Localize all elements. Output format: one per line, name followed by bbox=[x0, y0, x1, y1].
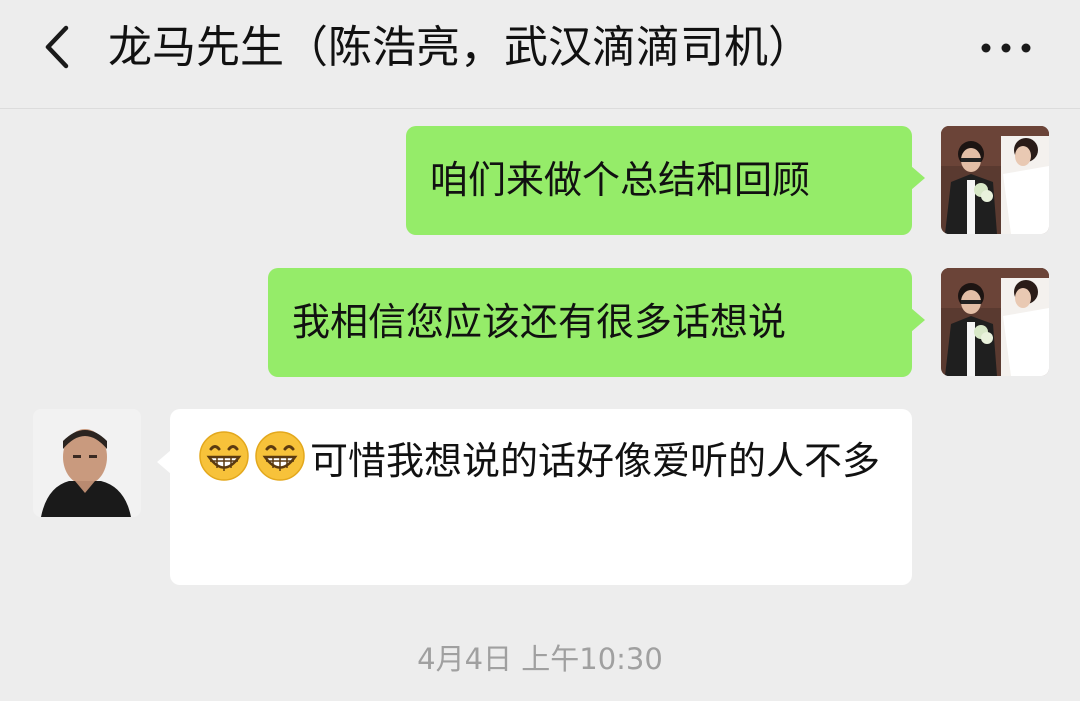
message-bubble-received[interactable]: 可惜我想说的话好像爱听的人不多 bbox=[170, 409, 912, 585]
bubble-tail bbox=[157, 450, 171, 474]
more-dots-icon bbox=[981, 43, 1031, 53]
wedding-photo-avatar bbox=[941, 126, 1049, 234]
message-bubble-sent[interactable]: 咱们来做个总结和回顾 bbox=[406, 126, 912, 235]
message-text: 咱们来做个总结和回顾 bbox=[430, 158, 811, 202]
more-options-button[interactable] bbox=[980, 38, 1032, 58]
grinning-face-icon bbox=[255, 431, 305, 481]
bubble-tail bbox=[911, 166, 925, 190]
my-avatar[interactable] bbox=[941, 126, 1049, 234]
message-timestamp: 4月4日 上午10:30 bbox=[417, 642, 663, 676]
wedding-photo-avatar bbox=[941, 268, 1049, 376]
message-bubble-sent[interactable]: 我相信您应该还有很多话想说 bbox=[268, 268, 912, 377]
man-portrait-avatar bbox=[33, 409, 141, 517]
grinning-face-icon bbox=[199, 431, 249, 481]
my-avatar[interactable] bbox=[941, 268, 1049, 376]
back-button[interactable] bbox=[38, 24, 78, 70]
chat-title: 龙马先生（陈浩亮，武汉滴滴司机） bbox=[108, 22, 812, 73]
chat-header: 龙马先生（陈浩亮，武汉滴滴司机） bbox=[0, 0, 1080, 109]
chevron-left-icon bbox=[45, 25, 69, 69]
message-text: 可惜我想说的话好像爱听的人不多 bbox=[310, 439, 881, 483]
contact-avatar[interactable] bbox=[33, 409, 141, 517]
message-text: 我相信您应该还有很多话想说 bbox=[292, 300, 787, 344]
bubble-tail bbox=[911, 308, 925, 332]
